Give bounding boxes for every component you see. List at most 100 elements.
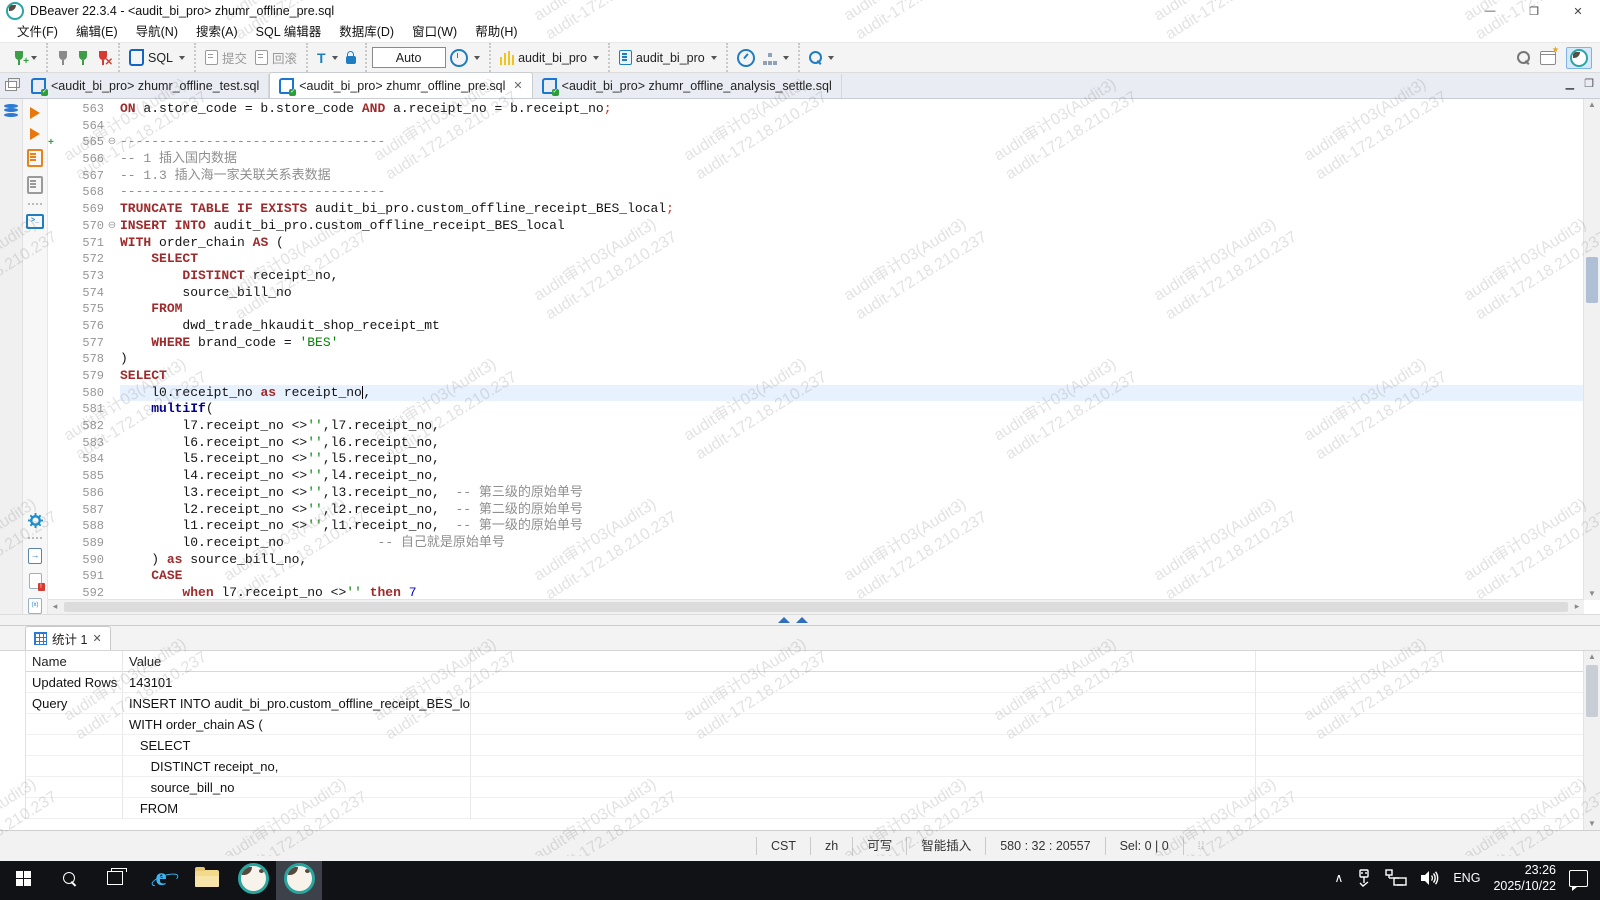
results-vertical-scrollbar[interactable]: ▲ ▼ [1583,651,1600,830]
fold-gutter [104,568,120,585]
fold-gutter [104,101,120,118]
language-indicator[interactable]: ENG [1453,871,1480,885]
menu-item-6[interactable]: 窗口(W) [403,22,466,42]
parameters-button[interactable]: (x) [28,598,42,614]
internet-explorer-button[interactable]: e [138,856,184,900]
editor-tab-0[interactable]: <audit_bi_pro> zhumr_offline_test.sql [22,74,269,98]
scroll-up-icon[interactable]: ▲ [1584,99,1600,111]
reconnect-button[interactable] [73,49,93,67]
editor-horizontal-scrollbar[interactable]: ◂ ▸ [48,599,1584,614]
menu-item-3[interactable]: 搜索(A) [187,22,247,42]
collapse-up-icon[interactable] [778,617,790,623]
scroll-right-icon[interactable]: ▸ [1570,600,1584,614]
close-icon[interactable]: ✕ [513,79,522,92]
dbeaver-perspective-button[interactable] [1566,47,1592,69]
editor-vertical-scrollbar[interactable]: ▲ ▼ [1583,99,1600,600]
editor-tab-2[interactable]: <audit_bi_pro> zhumr_offline_analysis_se… [533,74,842,98]
speaker-icon[interactable] [1420,870,1440,886]
menu-item-2[interactable]: 导航(N) [127,22,187,42]
table-row-0[interactable]: Updated Rows143101 [26,672,1584,693]
column-header[interactable] [1256,651,1584,672]
transaction-log-button[interactable]: T [313,49,342,67]
new-connection-button[interactable]: + [9,49,41,67]
open-perspective-icon[interactable] [1540,51,1556,65]
connect-button[interactable] [53,49,73,67]
menu-item-0[interactable]: 文件(F) [8,22,67,42]
gear-icon[interactable] [28,513,43,528]
action-center-icon[interactable] [1569,870,1588,887]
history-button[interactable] [446,47,484,69]
export-result-button[interactable]: → [28,548,42,564]
dbeaver-taskbar-button-active[interactable] [276,856,322,900]
close-icon[interactable]: ✕ [92,632,101,645]
tray-expand-icon[interactable]: ∧ [1335,871,1344,885]
code-line-572: 572 SELECT [48,251,1584,268]
taskbar-search-button[interactable] [46,856,92,900]
execute-script-button[interactable] [27,149,43,167]
clock[interactable]: 23:26 2025/10/22 [1493,862,1556,895]
fold-gutter [104,351,120,368]
menu-item-4[interactable]: SQL 编辑器 [247,22,331,42]
panel-splitter[interactable] [0,614,1600,626]
dbeaver-taskbar-button[interactable] [230,856,276,900]
schema-selector[interactable]: audit_bi_pro [615,48,721,67]
menu-item-7[interactable]: 帮助(H) [466,22,526,42]
code-line-574: 574 source_bill_no [48,285,1584,302]
fold-collapse-icon[interactable]: ⊖ [104,134,120,151]
search-button[interactable] [805,49,838,66]
disconnect-button[interactable]: ✕ [93,49,113,67]
connection-selector[interactable]: audit_bi_pro [496,49,603,67]
database-navigator-icon[interactable] [4,103,18,117]
collapse-up-icon[interactable] [796,617,808,623]
execute-new-tab-button[interactable]: + [30,128,40,140]
dashboard-button[interactable] [733,47,759,69]
table-row-3[interactable]: SELECT [26,735,1584,756]
commit-mode-combo[interactable]: Auto [372,47,446,68]
column-header[interactable]: Value [123,651,471,672]
table-row-4[interactable]: DISTINCT receipt_no, [26,756,1584,777]
usb-icon[interactable] [1356,869,1372,887]
quick-search-icon[interactable] [1517,51,1530,64]
line-number: 590 [48,552,104,569]
minimize-button[interactable]: — [1468,0,1512,22]
network-icon[interactable] [1385,869,1407,887]
script-errors-button[interactable] [29,573,42,589]
scroll-down-icon[interactable]: ▼ [1584,588,1600,600]
table-row-2[interactable]: WITH order_chain AS ( [26,714,1584,735]
open-console-button[interactable]: >_ [26,214,44,229]
scroll-down-icon[interactable]: ▼ [1584,818,1600,830]
restore-panel-button[interactable] [0,73,22,98]
stats-table[interactable]: NameValueUpdated Rows143101QueryINSERT I… [25,651,1584,819]
commit-button[interactable]: 提交 [201,46,251,69]
sql-code-editor[interactable]: 563ON a.store_code = b.store_code AND a.… [48,99,1600,614]
scroll-left-icon[interactable]: ◂ [48,600,62,614]
explain-plan-button[interactable] [27,176,43,194]
line-number: 582 [48,418,104,435]
scrollbar-thumb[interactable] [1586,257,1598,303]
er-diagram-button[interactable] [759,49,793,67]
column-header[interactable] [471,651,1256,672]
stats-tab[interactable]: 统计 1 ✕ [25,626,111,650]
scroll-up-icon[interactable]: ▲ [1584,651,1600,663]
fold-collapse-icon[interactable]: ⊖ [104,218,120,235]
menu-item-5[interactable]: 数据库(D) [330,22,403,42]
maximize-button[interactable]: ❐ [1512,0,1556,22]
scrollbar-thumb[interactable] [64,602,1568,612]
table-row-6[interactable]: FROM [26,798,1584,819]
file-explorer-button[interactable] [184,856,230,900]
editor-tab-1[interactable]: <audit_bi_pro> zhumr_offline_pre.sql✕ [269,72,532,98]
start-button[interactable] [0,856,46,900]
table-row-1[interactable]: QueryINSERT INTO audit_bi_pro.custom_off… [26,693,1584,714]
execute-statement-button[interactable] [30,107,40,119]
task-view-button[interactable] [92,856,138,900]
column-header[interactable]: Name [26,651,123,672]
minimize-editor-icon[interactable]: ▁ [1566,77,1574,90]
scrollbar-thumb[interactable] [1586,665,1598,717]
sql-editor-button[interactable]: SQL [125,47,189,68]
lock-button[interactable] [342,49,360,66]
rollback-button[interactable]: 回滚 [251,46,301,69]
close-button[interactable]: ✕ [1556,0,1600,22]
maximize-editor-icon[interactable]: ❐ [1584,77,1594,90]
table-row-5[interactable]: source_bill_no [26,777,1584,798]
menu-item-1[interactable]: 编辑(E) [67,22,127,42]
